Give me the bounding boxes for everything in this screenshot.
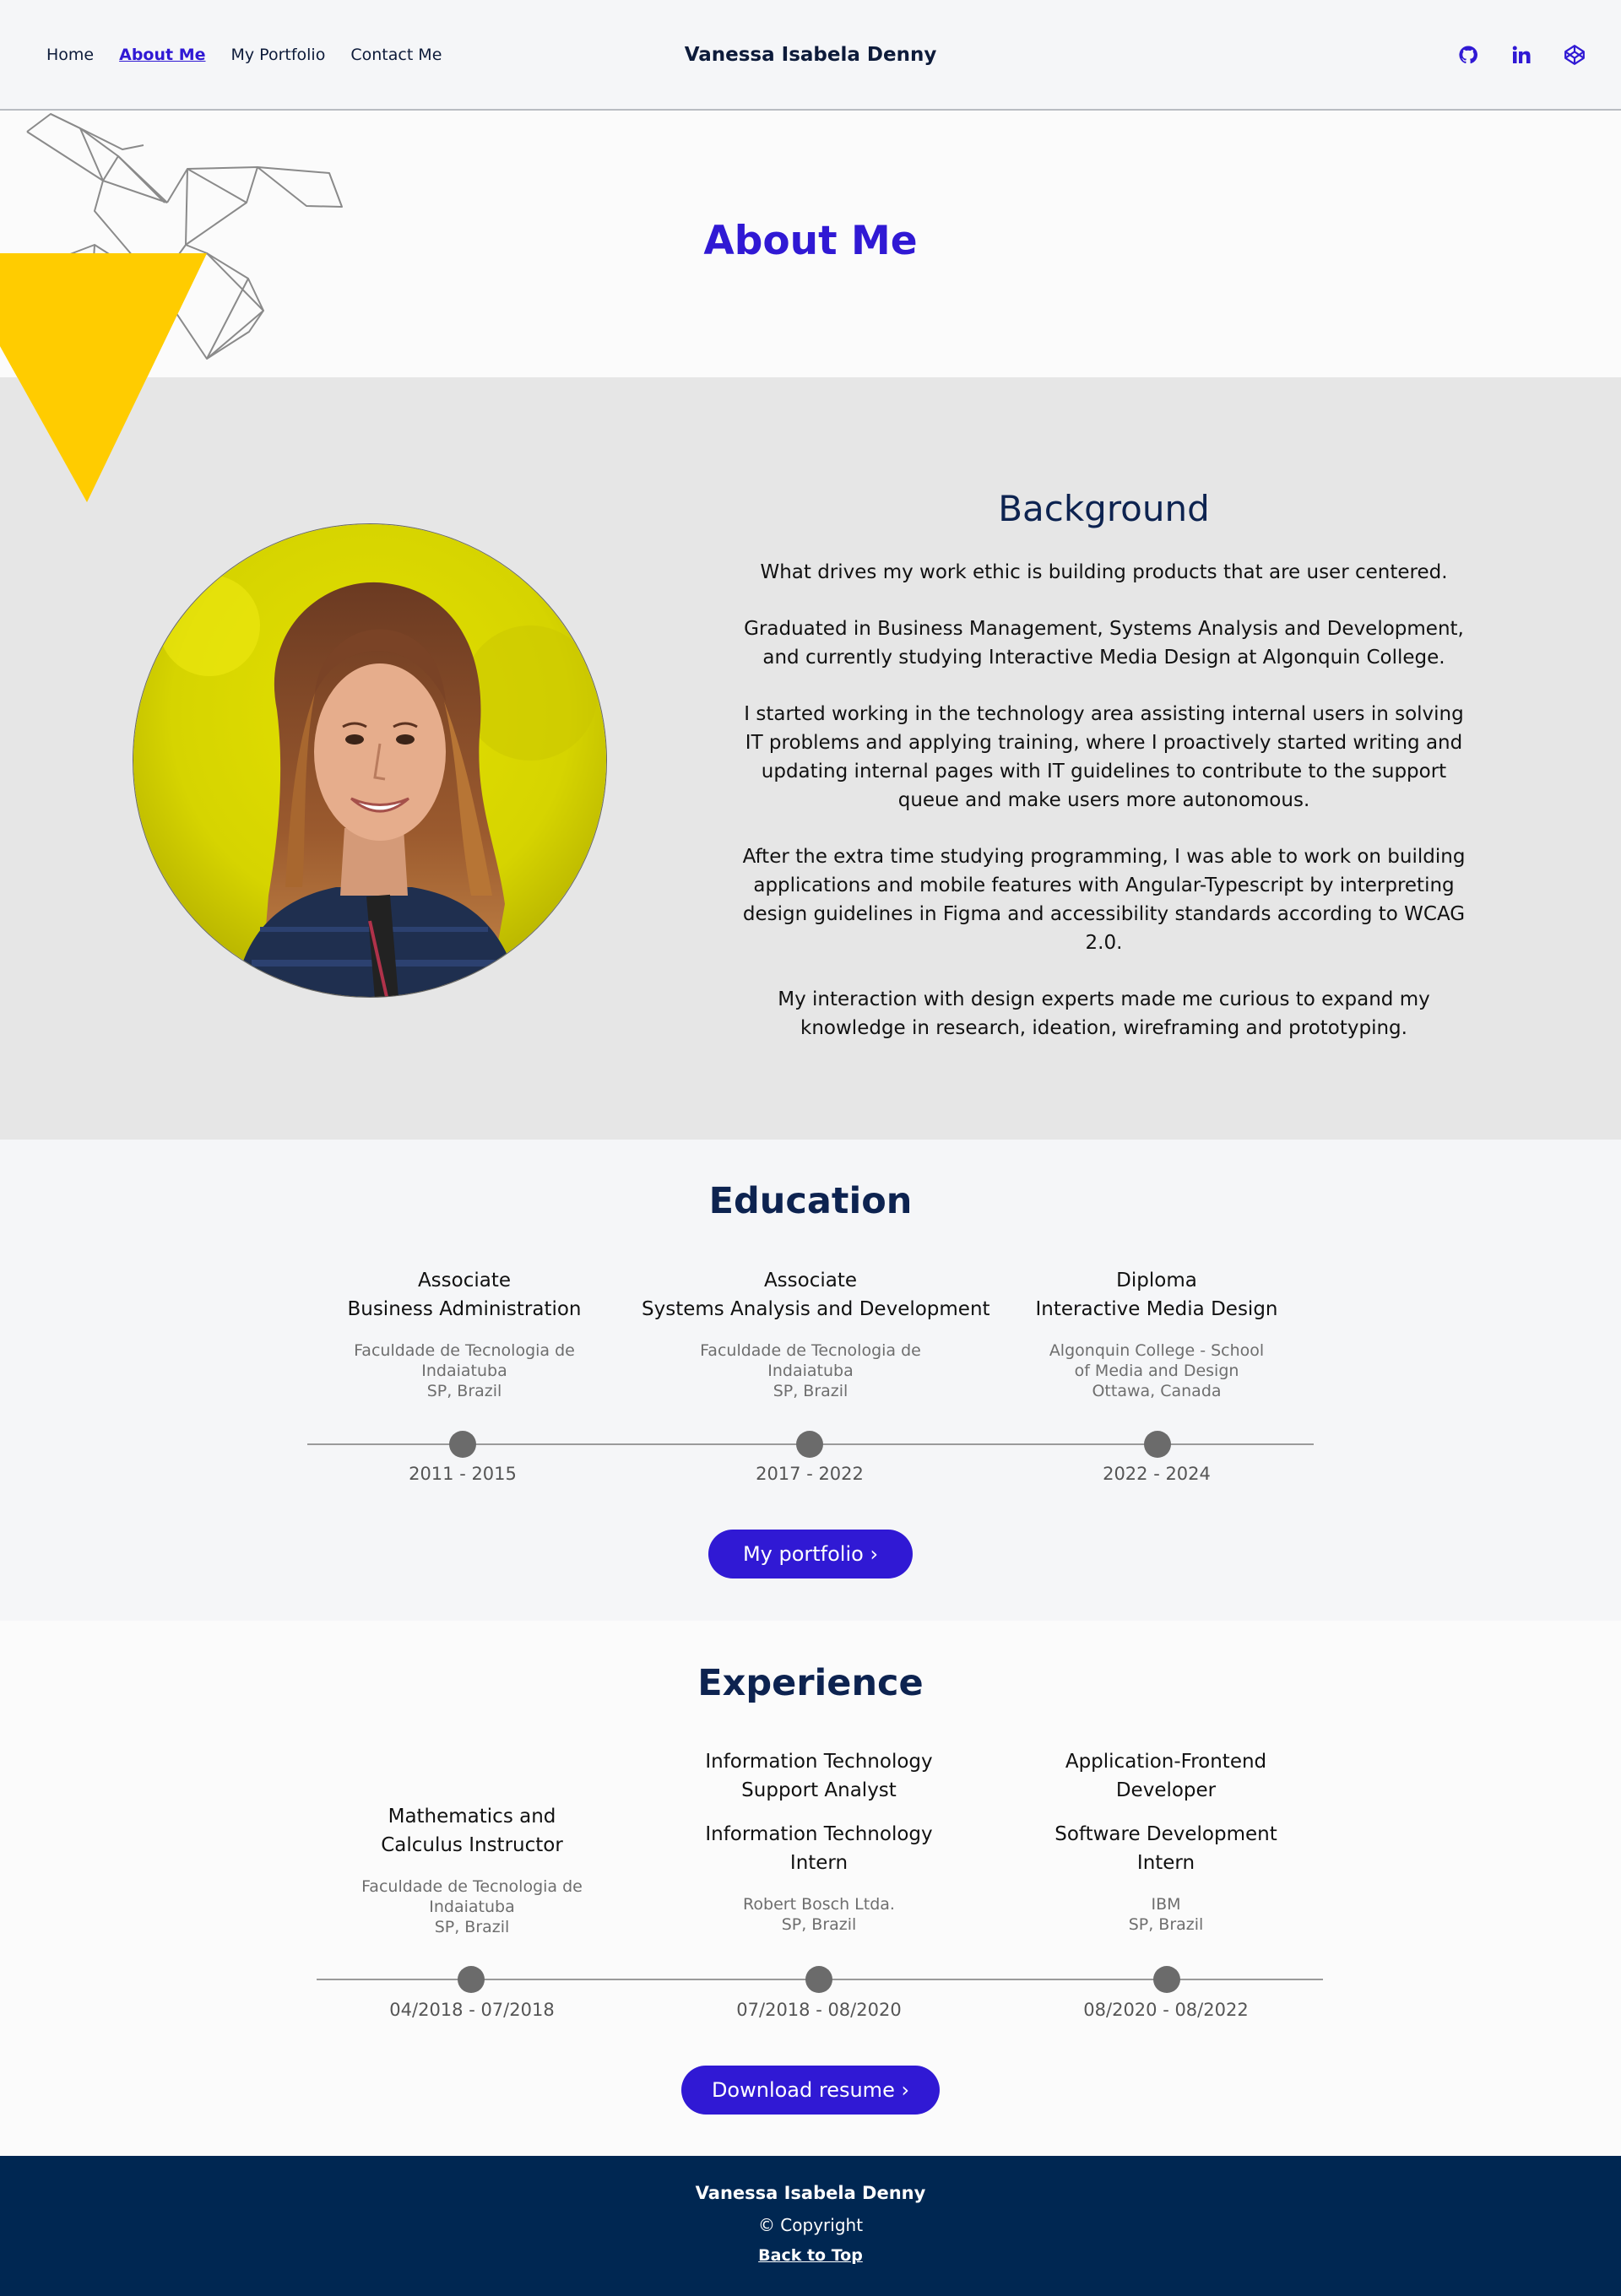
job-title: Intern <box>1136 1852 1195 1874</box>
education-item: Diploma Interactive Media Design Algonqu… <box>1013 1266 1300 1401</box>
background-paragraph: What drives my work ethic is building pr… <box>760 561 1448 583</box>
degree-program: Interactive Media Design <box>1035 1298 1278 1320</box>
employer-line: SP, Brazil <box>1128 1915 1204 1934</box>
timeline-dot <box>458 1966 485 1993</box>
employer-line: Indaiatuba <box>429 1898 515 1916</box>
degree-type: Associate <box>763 1270 858 1292</box>
job-title: Developer <box>1115 1779 1217 1801</box>
job-title: Mathematics and <box>388 1806 556 1828</box>
education-date: 2022 - 2024 <box>1103 1464 1211 1484</box>
institution-line: Faculdade de Tecnologia de <box>354 1341 575 1360</box>
job-title: Information Technology <box>705 1823 933 1845</box>
codepen-icon[interactable] <box>1562 42 1587 68</box>
institution: Faculdade de Tecnologia de Indaiatuba SP… <box>321 1340 608 1401</box>
download-resume-button[interactable]: Download resume › <box>681 2066 940 2115</box>
employer-line: SP, Brazil <box>781 1915 857 1934</box>
institution: Algonquin College - School of Media and … <box>1013 1340 1300 1401</box>
site-footer: Vanessa Isabela Denny © Copyright Back t… <box>0 2156 1621 2296</box>
institution: Faculdade de Tecnologia de Indaiatuba SP… <box>667 1340 954 1401</box>
experience-item: Application-Frontend Developer Software … <box>1022 1747 1309 1935</box>
footer-name: Vanessa Isabela Denny <box>695 2183 926 2203</box>
degree-program: Business Administration <box>347 1298 582 1320</box>
background-paragraph: I started working in the technology area… <box>744 703 1464 811</box>
github-icon[interactable] <box>1456 42 1481 68</box>
employer-line: Faculdade de Tecnologia de <box>361 1877 583 1896</box>
employer-line: IBM <box>1151 1895 1181 1914</box>
institution-line: SP, Brazil <box>773 1382 848 1400</box>
job-title: Support Analyst <box>741 1779 897 1801</box>
background-text: Background What drives my work ethic is … <box>735 488 1473 1070</box>
timeline-dot <box>796 1431 823 1458</box>
my-portfolio-button[interactable]: My portfolio › <box>708 1530 913 1578</box>
education-date: 2011 - 2015 <box>409 1464 517 1484</box>
background-paragraph: After the extra time studying programmin… <box>742 846 1466 954</box>
linkedin-icon[interactable] <box>1509 42 1534 68</box>
job-title: Information Technology <box>705 1751 933 1773</box>
employer: Faculdade de Tecnologia de Indaiatuba SP… <box>328 1876 615 1937</box>
experience-date: 08/2020 - 08/2022 <box>1083 2000 1249 2020</box>
site-header: Home About Me My Portfolio Contact Me Va… <box>0 0 1621 111</box>
employer: IBM SP, Brazil <box>1022 1894 1309 1935</box>
employer-line: Robert Bosch Ltda. <box>743 1895 895 1914</box>
page-title: About Me <box>703 218 918 264</box>
experience-title: Experience <box>697 1662 924 1704</box>
social-links <box>1456 42 1587 68</box>
timeline-dot <box>1144 1431 1171 1458</box>
yellow-triangle-decoration-front <box>0 253 207 502</box>
education-date: 2017 - 2022 <box>756 1464 864 1484</box>
site-brand[interactable]: Vanessa Isabela Denny <box>0 44 1621 66</box>
education-item: Associate Systems Analysis and Developme… <box>642 1266 990 1401</box>
back-to-top-link[interactable]: Back to Top <box>0 2246 1621 2265</box>
institution-line: of Media and Design <box>1074 1362 1239 1380</box>
education-title: Education <box>708 1180 913 1222</box>
experience-date: 07/2018 - 08/2020 <box>736 2000 902 2020</box>
degree-type: Associate <box>417 1270 512 1292</box>
degree-type: Diploma <box>1116 1270 1197 1292</box>
institution-line: Faculdade de Tecnologia de <box>700 1341 921 1360</box>
background-paragraph: Graduated in Business Management, System… <box>744 618 1464 669</box>
background-title: Background <box>998 488 1210 529</box>
institution-line: Indaiatuba <box>767 1362 854 1380</box>
job-title: Intern <box>789 1852 848 1874</box>
institution-line: Algonquin College - School <box>1049 1341 1265 1360</box>
timeline-dot <box>449 1431 476 1458</box>
job-title: Calculus Instructor <box>381 1834 563 1856</box>
institution-line: Ottawa, Canada <box>1092 1382 1222 1400</box>
background-paragraph: My interaction with design experts made … <box>778 988 1430 1039</box>
job-title: Software Development <box>1054 1823 1277 1845</box>
institution-line: SP, Brazil <box>426 1382 502 1400</box>
footer-copyright: © Copyright <box>757 2215 864 2235</box>
degree-program: Systems Analysis and Development <box>642 1298 990 1320</box>
timeline-dot <box>1153 1966 1180 1993</box>
experience-item: Information Technology Support Analyst I… <box>675 1747 962 1935</box>
timeline-dot <box>805 1966 832 1993</box>
employer-line: SP, Brazil <box>434 1918 510 1936</box>
profile-photo <box>133 523 607 998</box>
institution-line: Indaiatuba <box>421 1362 507 1380</box>
education-item: Associate Business Administration Faculd… <box>321 1266 608 1401</box>
employer: Robert Bosch Ltda. SP, Brazil <box>675 1894 962 1935</box>
experience-item: Mathematics and Calculus Instructor Facu… <box>328 1802 615 1937</box>
experience-date: 04/2018 - 07/2018 <box>389 2000 555 2020</box>
job-title: Application-Frontend <box>1065 1751 1267 1773</box>
